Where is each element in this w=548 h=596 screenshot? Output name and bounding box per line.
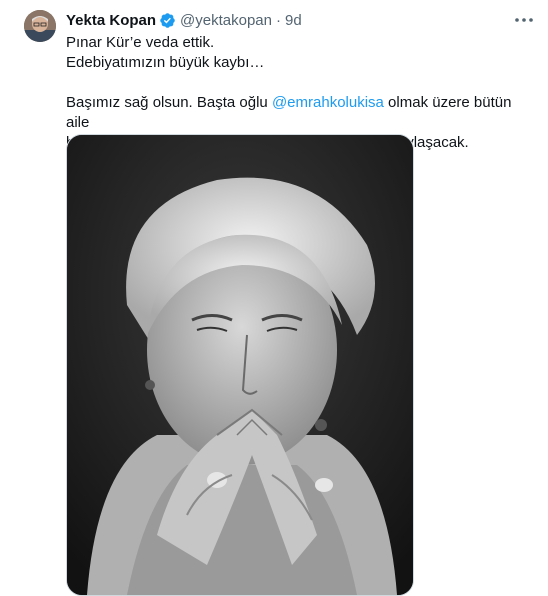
tweet-photo[interactable] [66,134,414,596]
mention-link[interactable]: @emrahkolukisa [272,94,384,111]
verified-badge-icon[interactable] [159,12,176,29]
tweet-header: Yekta Kopan @yektakopan · 9d [66,10,302,30]
separator-dot: · [275,11,281,29]
tweet-line-3: Başımız sağ olsun. Başta oğlu @emrahkolu… [66,93,526,133]
tweet-card[interactable]: Yekta Kopan @yektakopan · 9d Pınar Kür’e… [0,0,548,596]
avatar[interactable] [24,10,56,42]
author-handle[interactable]: @yektakopan [180,12,272,29]
tweet-line-2: Edebiyatımızın büyük kaybı… [66,54,265,71]
timestamp[interactable]: 9d [285,12,302,29]
tweet-line-1: Pınar Kür’e veda ettik. [66,34,215,51]
author-name[interactable]: Yekta Kopan [66,12,156,29]
line-3-prefix: Başımız sağ olsun. Başta oğlu [66,94,272,111]
more-horizontal-icon[interactable] [512,10,536,30]
